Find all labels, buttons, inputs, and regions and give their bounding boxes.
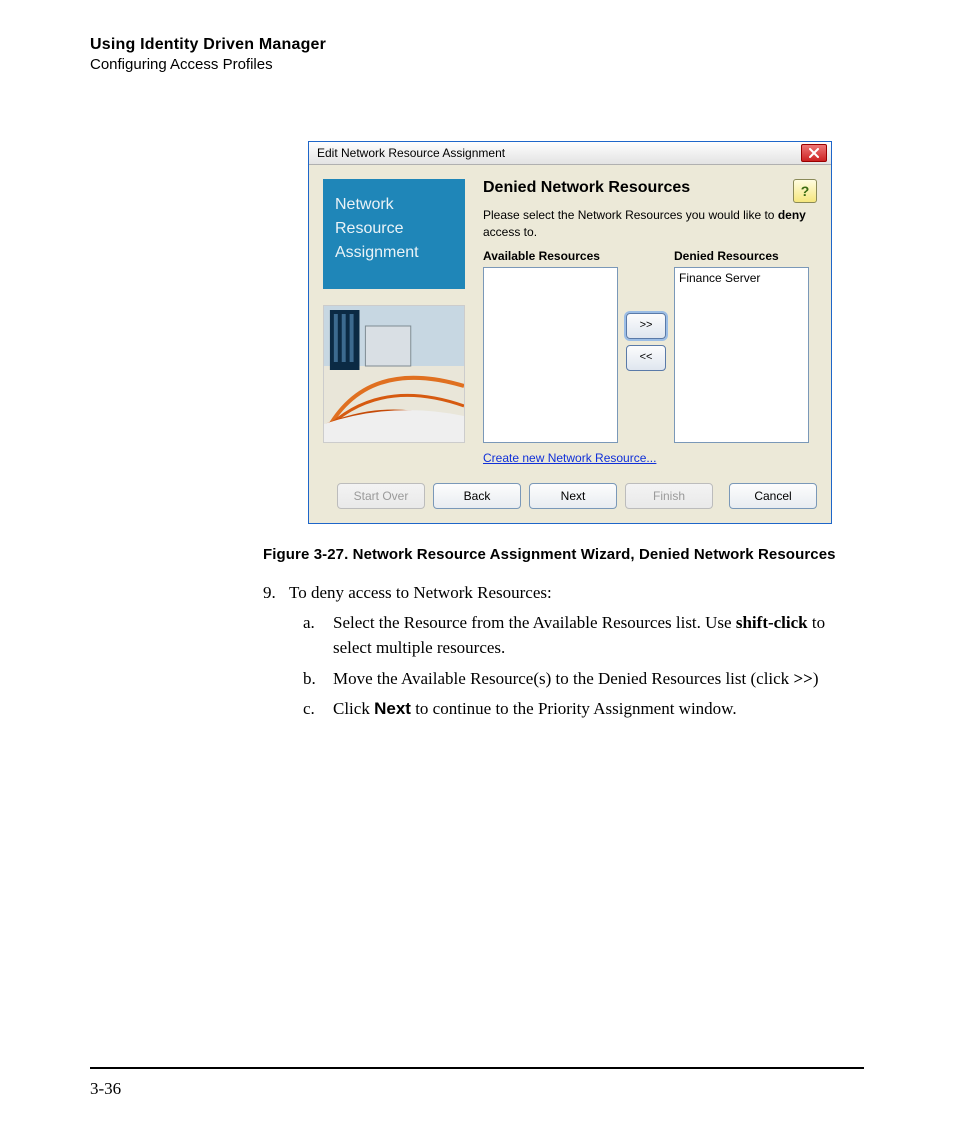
close-icon[interactable] — [801, 144, 827, 162]
move-right-button[interactable]: >> — [626, 313, 666, 339]
wizard-sidebar-image — [323, 305, 465, 443]
cancel-button[interactable]: Cancel — [729, 483, 817, 509]
substep-letter: c. — [303, 697, 333, 722]
dialog-title-text: Edit Network Resource Assignment — [317, 146, 801, 160]
dialog-instruction: Please select the Network Resources you … — [483, 207, 817, 241]
dialog-window: Edit Network Resource Assignment Network… — [308, 141, 832, 524]
create-resource-link[interactable]: Create new Network Resource... — [483, 451, 656, 465]
wizard-sidebar-line: Network — [335, 193, 453, 217]
available-label: Available Resources — [483, 249, 618, 263]
substep-bold: >> — [793, 669, 812, 688]
dialog-titlebar: Edit Network Resource Assignment — [309, 142, 831, 165]
figure-caption: Figure 3-27. Network Resource Assignment… — [263, 546, 864, 563]
footer-rule — [90, 1067, 864, 1069]
substep-text: to continue to the Priority Assignment w… — [411, 699, 737, 718]
wizard-sidebar-line: Resource — [335, 217, 453, 241]
step-9: 9. To deny access to Network Resources: — [263, 581, 864, 606]
step-9c: c. Click Next to continue to the Priorit… — [303, 697, 864, 722]
step-9a: a. Select the Resource from the Availabl… — [303, 611, 864, 660]
step-text: To deny access to Network Resources: — [289, 581, 552, 606]
move-left-button[interactable]: << — [626, 345, 666, 371]
substep-text: Select the Resource from the Available R… — [333, 613, 736, 632]
substep-text: Click — [333, 699, 374, 718]
wizard-sidebar-line: Assignment — [335, 241, 453, 265]
page-header-subtitle: Configuring Access Profiles — [90, 56, 864, 73]
page-number: 3-36 — [90, 1079, 121, 1099]
start-over-button[interactable]: Start Over — [337, 483, 425, 509]
instr-post: access to. — [483, 225, 537, 239]
instr-pre: Please select the Network Resources you … — [483, 208, 778, 222]
substep-text: Move the Available Resource(s) to the De… — [333, 669, 793, 688]
substep-letter: b. — [303, 667, 333, 692]
dialog-heading: Denied Network Resources — [483, 179, 817, 197]
page-header-title: Using Identity Driven Manager — [90, 36, 864, 54]
back-button[interactable]: Back — [433, 483, 521, 509]
list-item[interactable]: Finance Server — [679, 271, 804, 285]
instr-bold: deny — [778, 208, 806, 222]
step-9b: b. Move the Available Resource(s) to the… — [303, 667, 864, 692]
finish-button[interactable]: Finish — [625, 483, 713, 509]
step-number: 9. — [263, 581, 289, 606]
available-resources-listbox[interactable] — [483, 267, 618, 443]
wizard-sidebar-title: Network Resource Assignment — [323, 179, 465, 289]
substep-letter: a. — [303, 611, 333, 660]
substep-bold: shift-click — [736, 613, 808, 632]
denied-resources-listbox[interactable]: Finance Server — [674, 267, 809, 443]
denied-label: Denied Resources — [674, 249, 809, 263]
help-icon[interactable]: ? — [793, 179, 817, 203]
substep-text: ) — [813, 669, 819, 688]
substep-bold: Next — [374, 699, 411, 718]
next-button[interactable]: Next — [529, 483, 617, 509]
